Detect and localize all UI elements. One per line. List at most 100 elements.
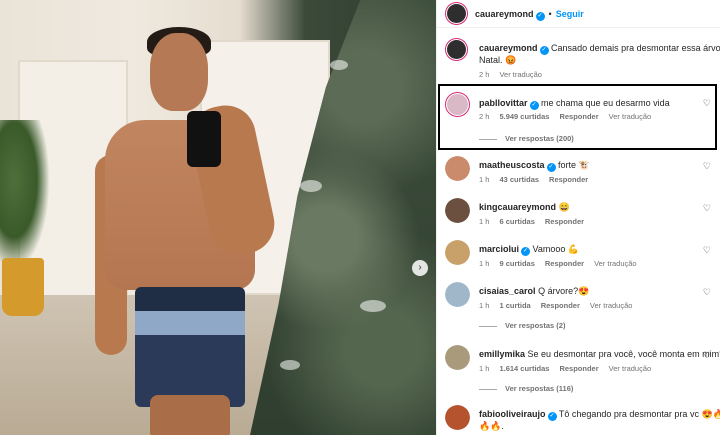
view-replies-label: Ver respostas (2) bbox=[505, 321, 566, 330]
commenter-username[interactable]: kingcauareymond bbox=[479, 202, 556, 212]
comment-body: Se eu desmontar pra você, você monta em … bbox=[527, 349, 720, 359]
author-avatar[interactable] bbox=[445, 2, 468, 25]
photo-person bbox=[95, 25, 280, 435]
comment-item: cisaias_carol Q árvore?😍 1 h 1 curtida Res… bbox=[437, 282, 720, 334]
photo-plant bbox=[0, 120, 50, 270]
replies-line bbox=[479, 388, 497, 390]
reply-button[interactable]: Responder bbox=[541, 301, 580, 310]
comment-meta: 1 h 9 curtidas Responder Ver tradução bbox=[479, 259, 647, 268]
photo-legs bbox=[150, 395, 230, 435]
view-replies-label: Ver respostas (116) bbox=[505, 384, 574, 393]
replies-line bbox=[479, 325, 497, 327]
comment-meta: 1 h 1.614 curtidas Responder Ver tradução bbox=[479, 364, 661, 373]
reply-button[interactable]: Responder bbox=[549, 175, 588, 184]
highlight-box bbox=[438, 84, 717, 150]
comment-likes[interactable]: 43 curtidas bbox=[499, 175, 539, 184]
comment-meta: 1 h 6 curtidas Responder bbox=[479, 217, 594, 226]
comment-time: 1 h bbox=[479, 301, 490, 310]
post-photo: › bbox=[0, 0, 436, 435]
comment-time: 1 h bbox=[479, 364, 490, 373]
caption-avatar[interactable] bbox=[445, 38, 468, 61]
photo-phone bbox=[187, 111, 221, 167]
comment-item: kingcauareymond 😄 1 h 6 curtidas Responder… bbox=[437, 198, 720, 228]
author-username[interactable]: cauareymond bbox=[475, 9, 534, 19]
view-replies-button[interactable]: Ver respostas (116) bbox=[479, 384, 573, 393]
comment-body: Q árvore?😍 bbox=[538, 286, 590, 296]
photo-snow bbox=[300, 180, 322, 192]
comment-text: maatheuscosta ✓ forte 🐮 bbox=[479, 159, 590, 172]
heart-icon[interactable]: ♡ bbox=[703, 203, 711, 214]
comment-likes[interactable]: 6 curtidas bbox=[499, 217, 534, 226]
commenter-username[interactable]: fabiooliveiraujo bbox=[479, 409, 546, 419]
caption-username[interactable]: cauareymond bbox=[479, 43, 538, 53]
post-header: cauareymond ✓ • Seguir bbox=[437, 0, 720, 28]
caption-time: 2 h bbox=[479, 70, 490, 79]
comment-body: Vamooo 💪 bbox=[532, 244, 580, 254]
photo-plant-pot bbox=[2, 258, 44, 316]
verified-badge-icon: ✓ bbox=[547, 412, 557, 421]
caption-line-2: Natal. 😡 bbox=[479, 55, 517, 65]
heart-icon[interactable]: ♡ bbox=[703, 245, 711, 256]
comment-time: 1 h bbox=[479, 175, 490, 184]
comment-body: 😄 bbox=[558, 202, 570, 212]
header-line: cauareymond ✓ • Seguir bbox=[475, 9, 584, 21]
comment-text: cisaias_carol Q árvore?😍 bbox=[479, 285, 589, 297]
comment-body-line-2: 🔥🔥. bbox=[479, 421, 504, 431]
reply-button[interactable]: Responder bbox=[545, 217, 584, 226]
verified-badge-icon: ✓ bbox=[535, 12, 545, 21]
view-replies-button[interactable]: Ver respostas (2) bbox=[479, 321, 565, 330]
comment-meta: 1 h 43 curtidas Responder bbox=[479, 175, 598, 184]
comment-time: 1 h bbox=[479, 217, 490, 226]
photo-head bbox=[150, 33, 208, 111]
chevron-right-icon[interactable]: › bbox=[412, 260, 428, 276]
instagram-post-view: › cauareymond ✓ • Seguir cauareymond ✓ Cansa… bbox=[0, 0, 720, 435]
comment-text: marciolui ✓ Vamooo 💪 bbox=[479, 243, 579, 256]
follow-button[interactable]: Seguir bbox=[556, 9, 584, 19]
photo-snow bbox=[360, 300, 386, 312]
translate-link[interactable]: Ver tradução bbox=[590, 301, 633, 310]
comment-item: fabiooliveiraujo ✓ Tô chegando pra desmon… bbox=[437, 405, 720, 435]
comment-meta: 1 h 1 curtida Responder Ver tradução bbox=[479, 301, 642, 310]
comment-text: emillymika Se eu desmontar pra você, voc… bbox=[479, 348, 720, 360]
translate-link[interactable]: Ver tradução bbox=[594, 259, 637, 268]
comment-item: maatheuscosta ✓ forte 🐮 1 h 43 curtidas Res… bbox=[437, 156, 720, 186]
commenter-avatar[interactable] bbox=[445, 198, 470, 223]
commenter-avatar[interactable] bbox=[445, 345, 470, 370]
comment-body: forte 🐮 bbox=[558, 160, 590, 170]
caption-body: Cansado demais pra desmontar essa árvore… bbox=[551, 43, 720, 53]
commenter-username[interactable]: marciolui bbox=[479, 244, 519, 254]
translate-link[interactable]: Ver tradução bbox=[499, 70, 542, 79]
comments-panel: cauareymond ✓ • Seguir cauareymond ✓ Cansado… bbox=[436, 0, 720, 435]
verified-badge-icon: ✓ bbox=[539, 46, 549, 55]
comment-time: 1 h bbox=[479, 259, 490, 268]
caption-meta: 2 h Ver tradução bbox=[479, 70, 552, 79]
commenter-username[interactable]: emillymika bbox=[479, 349, 525, 359]
commenter-username[interactable]: maatheuscosta bbox=[479, 160, 545, 170]
commenter-avatar[interactable] bbox=[445, 240, 470, 265]
commenter-username[interactable]: cisaias_carol bbox=[479, 286, 536, 296]
heart-icon[interactable]: ♡ bbox=[703, 350, 711, 361]
heart-icon[interactable]: ♡ bbox=[703, 287, 711, 298]
comment-likes[interactable]: 9 curtidas bbox=[499, 259, 534, 268]
heart-icon[interactable]: ♡ bbox=[703, 161, 711, 172]
commenter-avatar[interactable] bbox=[445, 156, 470, 181]
comment-likes[interactable]: 1 curtida bbox=[499, 301, 530, 310]
comment-item: emillymika Se eu desmontar pra você, voc… bbox=[437, 345, 720, 397]
verified-badge-icon: ✓ bbox=[521, 247, 531, 256]
comment-text: kingcauareymond 😄 bbox=[479, 201, 570, 213]
translate-link[interactable]: Ver tradução bbox=[609, 364, 652, 373]
comment-item: marciolui ✓ Vamooo 💪 1 h 9 curtidas Respond… bbox=[437, 240, 720, 270]
photo-snow bbox=[280, 360, 300, 370]
comment-text: fabiooliveiraujo ✓ Tô chegando pra desmon… bbox=[479, 408, 720, 421]
photo-shorts bbox=[135, 287, 245, 407]
separator-dot: • bbox=[548, 9, 552, 19]
commenter-avatar[interactable] bbox=[445, 282, 470, 307]
verified-badge-icon: ✓ bbox=[546, 163, 556, 172]
comment-body: Tô chegando pra desmontar pra vc 😍🔥🔥🔥 bbox=[558, 409, 720, 419]
reply-button[interactable]: Responder bbox=[545, 259, 584, 268]
comment-likes[interactable]: 1.614 curtidas bbox=[499, 364, 549, 373]
commenter-avatar[interactable] bbox=[445, 405, 470, 430]
reply-button[interactable]: Responder bbox=[559, 364, 598, 373]
photo-snow bbox=[330, 60, 348, 70]
post-caption: cauareymond ✓ Cansado demais pra desmonta… bbox=[437, 38, 720, 82]
